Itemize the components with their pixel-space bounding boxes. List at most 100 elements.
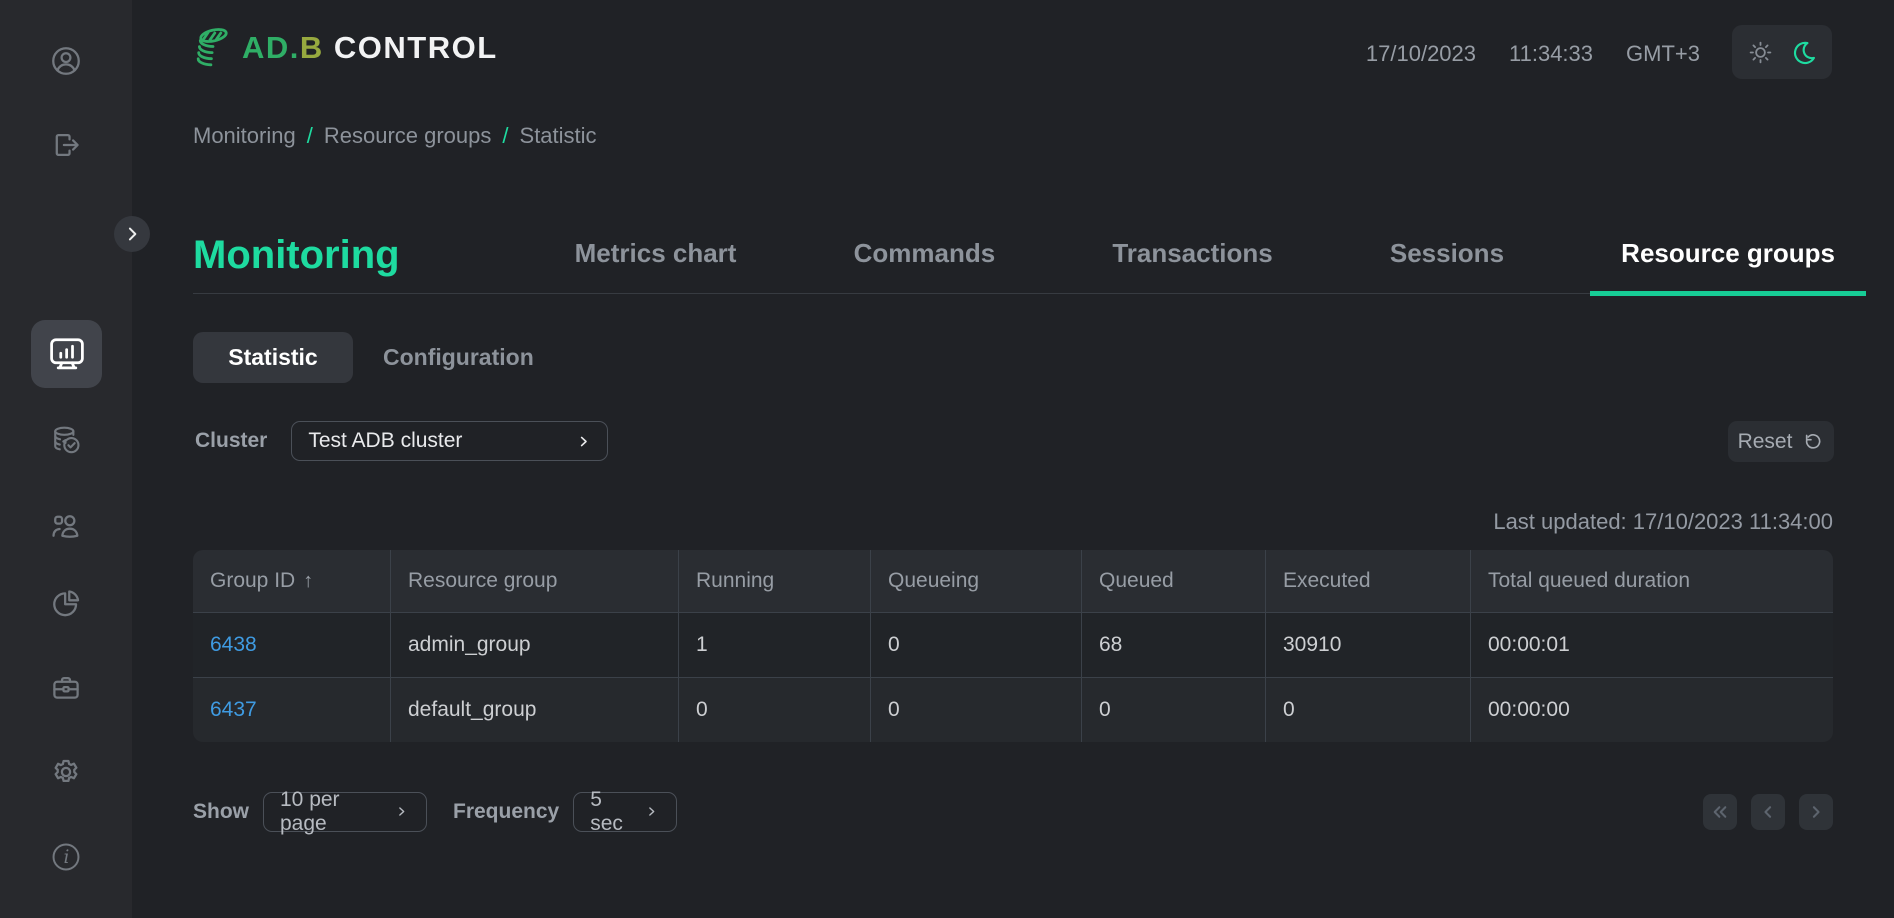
resource-groups-table: Group ID ↑ Resource group Running Queuei… [193, 550, 1833, 742]
cell-queueing: 0 [870, 613, 1081, 677]
sidebar: i [0, 0, 132, 918]
table-header-row: Group ID ↑ Resource group Running Queuei… [193, 550, 1833, 612]
current-date: 17/10/2023 [1366, 41, 1476, 67]
theme-toggle [1732, 25, 1832, 79]
breadcrumb-resource-groups[interactable]: Resource groups [324, 123, 492, 149]
cell-resource-group: admin_group [390, 613, 678, 677]
chevrons-left-icon [1709, 801, 1731, 823]
app-logo: AD.B CONTROL [193, 24, 498, 72]
table-row: 6437 default_group 0 0 0 0 00:00:00 [193, 677, 1833, 742]
sidebar-item-databases[interactable] [49, 423, 83, 457]
app-logo-text: AD.B CONTROL [242, 30, 498, 66]
cluster-select-value: Test ADB cluster [308, 429, 462, 453]
per-page-select[interactable]: 10 per page [263, 792, 427, 832]
sidebar-item-users[interactable] [49, 508, 83, 542]
tab-metrics-chart[interactable]: Metrics chart [575, 240, 737, 293]
tabs: Metrics chart Commands Transactions Sess… [575, 240, 1835, 293]
tab-commands[interactable]: Commands [854, 240, 996, 293]
subtabs: Statistic Configuration [193, 332, 534, 383]
cluster-label: Cluster [195, 429, 267, 453]
chevron-right-icon [395, 805, 410, 820]
user-account-icon[interactable] [49, 44, 83, 78]
sidebar-item-info[interactable]: i [49, 840, 83, 874]
frequency-select[interactable]: 5 sec [573, 792, 677, 832]
cell-total-queued-duration: 00:00:01 [1470, 613, 1833, 677]
breadcrumb-statistic: Statistic [520, 123, 597, 149]
last-updated-text: Last updated: 17/10/2023 11:34:00 [1493, 509, 1833, 535]
page-title: Monitoring [193, 235, 400, 275]
per-page-value: 10 per page [280, 788, 383, 836]
chevron-right-icon [576, 434, 591, 449]
sidebar-item-reports[interactable] [49, 586, 83, 620]
previous-page-button[interactable] [1751, 794, 1785, 830]
sidebar-item-settings[interactable] [49, 755, 83, 789]
sort-ascending-icon[interactable]: ↑ [303, 570, 313, 593]
cell-executed: 30910 [1265, 613, 1470, 677]
tab-transactions[interactable]: Transactions [1112, 240, 1272, 293]
page-tabbar: Monitoring Metrics chart Commands Transa… [193, 210, 1835, 294]
subtab-statistic[interactable]: Statistic [193, 332, 353, 383]
cluster-filter-row: Cluster Test ADB cluster [195, 421, 608, 461]
tab-sessions[interactable]: Sessions [1390, 240, 1504, 293]
group-id-link[interactable]: 6438 [210, 633, 257, 657]
logo-b: B [300, 30, 324, 65]
briefcase-icon [49, 671, 83, 705]
cell-queued: 68 [1081, 613, 1265, 677]
chevron-left-icon [1757, 801, 1779, 823]
cell-total-queued-duration: 00:00:00 [1470, 678, 1833, 742]
sun-icon[interactable] [1747, 39, 1774, 66]
moon-icon[interactable] [1791, 39, 1818, 66]
sidebar-expand-button[interactable] [114, 216, 150, 252]
show-label: Show [193, 800, 249, 824]
cell-queueing: 0 [870, 678, 1081, 742]
cell-executed: 0 [1265, 678, 1470, 742]
column-header-group-id[interactable]: Group ID ↑ [193, 550, 390, 612]
column-header-running[interactable]: Running [678, 550, 870, 612]
cell-running: 0 [678, 678, 870, 742]
group-id-link[interactable]: 6437 [210, 698, 257, 722]
table-footer-controls: Show 10 per page Frequency 5 sec [193, 792, 677, 832]
reset-button[interactable]: Reset [1728, 421, 1834, 462]
chevron-right-icon [122, 224, 142, 244]
next-page-button[interactable] [1799, 794, 1833, 830]
breadcrumb-separator: / [307, 123, 313, 149]
column-header-executed[interactable]: Executed [1265, 550, 1470, 612]
current-time: 11:34:33 [1509, 41, 1593, 67]
breadcrumb-separator: / [502, 123, 508, 149]
app-window: i AD.B CONTROL 17/10/2023 11:34:33 GMT+3 [0, 0, 1894, 918]
subtab-configuration[interactable]: Configuration [383, 344, 534, 371]
column-header-queued[interactable]: Queued [1081, 550, 1265, 612]
rotate-ccw-icon [1802, 431, 1824, 453]
svg-text:i: i [63, 847, 69, 868]
timezone: GMT+3 [1626, 41, 1700, 67]
settings-gear-icon [49, 755, 83, 789]
logo-control: CONTROL [334, 30, 498, 65]
chevron-right-icon [1805, 801, 1827, 823]
table-row: 6438 admin_group 1 0 68 30910 00:00:01 [193, 612, 1833, 677]
info-icon: i [49, 840, 83, 874]
monitoring-chart-board-icon [45, 332, 89, 376]
frequency-value: 5 sec [590, 788, 633, 836]
logout-icon[interactable] [49, 128, 83, 162]
sidebar-item-jobs[interactable] [49, 671, 83, 705]
tab-resource-groups[interactable]: Resource groups [1621, 240, 1835, 293]
frequency-label: Frequency [453, 800, 559, 824]
sidebar-item-monitoring[interactable] [31, 320, 102, 388]
pie-chart-icon [49, 586, 83, 620]
topbar-datetime: 17/10/2023 11:34:33 GMT+3 [1366, 41, 1700, 67]
breadcrumb: Monitoring / Resource groups / Statistic [193, 123, 597, 149]
users-icon [49, 508, 83, 542]
cell-queued: 0 [1081, 678, 1265, 742]
column-header-queueing[interactable]: Queueing [870, 550, 1081, 612]
column-header-total-queued-duration[interactable]: Total queued duration [1470, 550, 1833, 612]
databases-check-icon [49, 423, 83, 457]
cell-running: 1 [678, 613, 870, 677]
breadcrumb-monitoring[interactable]: Monitoring [193, 123, 296, 149]
pagination [1703, 794, 1833, 830]
column-header-resource-group[interactable]: Resource group [390, 550, 678, 612]
cell-resource-group: default_group [390, 678, 678, 742]
cluster-select[interactable]: Test ADB cluster [291, 421, 608, 461]
chevron-right-icon [645, 805, 660, 820]
first-page-button[interactable] [1703, 794, 1737, 830]
database-logo-icon [193, 24, 233, 72]
